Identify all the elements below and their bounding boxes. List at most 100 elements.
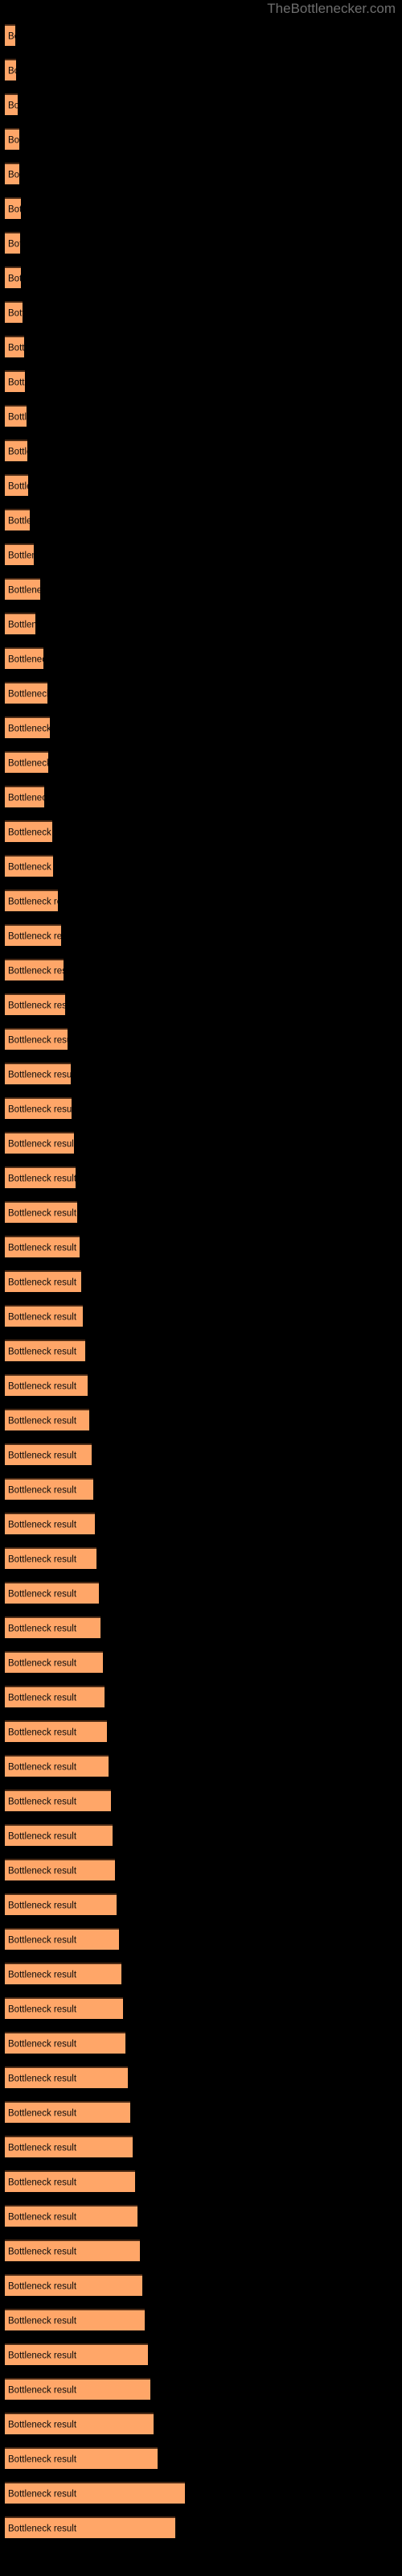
bar[interactable]: Bottleneck result xyxy=(5,2482,185,2504)
bar-label: Bottleneck result xyxy=(8,1970,77,1980)
bar[interactable]: Bottleneck result xyxy=(5,2170,135,2192)
bar[interactable]: Bottleneck result xyxy=(5,509,30,530)
bar-label: Bottleneck result xyxy=(8,1035,68,1046)
bar-label: Bottleneck result xyxy=(8,1416,77,1426)
bar[interactable]: Bottleneck result xyxy=(5,578,40,600)
bar[interactable]: Bottleneck result xyxy=(5,855,53,877)
bar-label: Bottleneck result xyxy=(8,1001,65,1011)
bar[interactable]: Bottleneck result xyxy=(5,1063,71,1084)
bar-label: Bottleneck result xyxy=(8,1935,77,1946)
bar[interactable]: Bottleneck result xyxy=(5,1790,111,1811)
bar[interactable]: Bottleneck result xyxy=(5,405,27,427)
bar[interactable]: Bottleneck result xyxy=(5,2205,137,2227)
bar-label: Bottleneck result xyxy=(8,101,18,111)
bar[interactable]: Bottleneck result xyxy=(5,266,21,288)
bar[interactable]: Bottleneck result xyxy=(5,1305,83,1327)
bar[interactable]: Bottleneck result xyxy=(5,2136,133,2157)
bar[interactable]: Bottleneck result xyxy=(5,1236,80,1257)
bar[interactable]: Bottleneck result xyxy=(5,2101,130,2123)
bar[interactable]: Bottleneck result xyxy=(5,1616,100,1638)
bar[interactable]: Bottleneck result xyxy=(5,820,52,842)
bar-label: Bottleneck result xyxy=(8,862,53,873)
bar[interactable]: Bottleneck result xyxy=(5,2378,150,2400)
bar-label: Bottleneck result xyxy=(8,2489,77,2500)
bar-label: Bottleneck result xyxy=(8,1728,77,1738)
bar[interactable]: Bottleneck result xyxy=(5,1478,93,1500)
bar[interactable]: Bottleneck result xyxy=(5,24,15,46)
bar[interactable]: Bottleneck result xyxy=(5,2240,140,2261)
bar-label: Bottleneck result xyxy=(8,1693,77,1703)
bar[interactable]: Bottleneck result xyxy=(5,1132,74,1154)
bar[interactable]: Bottleneck result xyxy=(5,959,64,980)
bar[interactable]: Bottleneck result xyxy=(5,1997,123,2019)
bar[interactable]: Bottleneck result xyxy=(5,613,35,634)
bar[interactable]: Bottleneck result xyxy=(5,1651,103,1673)
bar[interactable]: Bottleneck result xyxy=(5,1928,119,1950)
bar-label: Bottleneck result xyxy=(8,239,20,250)
bar-label: Bottleneck result xyxy=(8,551,34,561)
bar-label: Bottleneck result xyxy=(8,2178,77,2188)
bar-label: Bottleneck result xyxy=(8,481,28,492)
bar[interactable]: Bottleneck result xyxy=(5,751,48,773)
bar[interactable]: Bottleneck result xyxy=(5,1028,68,1050)
bar-label: Bottleneck result xyxy=(8,447,27,457)
bar[interactable]: Bottleneck result xyxy=(5,1859,115,1880)
bar[interactable]: Bottleneck result xyxy=(5,1547,96,1569)
bar[interactable]: Bottleneck result xyxy=(5,336,24,357)
bar[interactable]: Bottleneck result xyxy=(5,1963,121,1984)
bar[interactable]: Bottleneck result xyxy=(5,1513,95,1534)
bar[interactable]: Bottleneck result xyxy=(5,163,19,184)
bar[interactable]: Bottleneck result xyxy=(5,1166,76,1188)
bar[interactable]: Bottleneck result xyxy=(5,474,28,496)
bar[interactable]: Bottleneck result xyxy=(5,1097,72,1119)
bar-label: Bottleneck result xyxy=(8,204,21,215)
bar[interactable]: Bottleneck result xyxy=(5,301,23,323)
bar-label: Bottleneck result xyxy=(8,2385,77,2396)
bar[interactable]: Bottleneck result xyxy=(5,1443,92,1465)
bar[interactable]: Bottleneck result xyxy=(5,682,47,704)
bar[interactable]: Bottleneck result xyxy=(5,2032,125,2054)
bar-label: Bottleneck result xyxy=(8,1381,77,1392)
bar[interactable]: Bottleneck result xyxy=(5,370,25,392)
bar-label: Bottleneck result xyxy=(8,170,19,180)
bar[interactable]: Bottleneck result xyxy=(5,1409,89,1430)
bar-label: Bottleneck result xyxy=(8,1208,77,1219)
bar[interactable]: Bottleneck result xyxy=(5,1270,81,1292)
bar[interactable]: Bottleneck result xyxy=(5,93,18,115)
bar[interactable]: Bottleneck result xyxy=(5,786,44,807)
bar[interactable]: Bottleneck result xyxy=(5,2413,154,2434)
bar[interactable]: Bottleneck result xyxy=(5,993,65,1015)
bar[interactable]: Bottleneck result xyxy=(5,2066,128,2088)
bar-list: Bottleneck result Bottleneck result Bottle… xyxy=(0,0,402,2576)
bar[interactable]: Bottleneck result xyxy=(5,1340,85,1361)
bar-label: Bottleneck result xyxy=(8,1520,77,1530)
bar[interactable]: Bottleneck result xyxy=(5,1374,88,1396)
bar[interactable]: Bottleneck result xyxy=(5,1893,117,1915)
bar[interactable]: Bottleneck result xyxy=(5,1755,109,1777)
bar[interactable]: Bottleneck result xyxy=(5,1824,113,1846)
bar[interactable]: Bottleneck result xyxy=(5,1582,99,1604)
bar[interactable]: Bottleneck result xyxy=(5,716,50,738)
bar-label: Bottleneck result xyxy=(8,758,48,769)
bar[interactable]: Bottleneck result xyxy=(5,1686,105,1707)
bar[interactable]: Bottleneck result xyxy=(5,890,58,911)
bar[interactable]: Bottleneck result xyxy=(5,2343,148,2365)
bar-label: Bottleneck result xyxy=(8,343,24,353)
bar[interactable]: Bottleneck result xyxy=(5,128,19,150)
bar[interactable]: Bottleneck result xyxy=(5,2274,142,2296)
bar[interactable]: Bottleneck result xyxy=(5,543,34,565)
bar[interactable]: Bottleneck result xyxy=(5,1201,77,1223)
bar[interactable]: Bottleneck result xyxy=(5,2309,145,2330)
bar[interactable]: Bottleneck result xyxy=(5,1720,107,1742)
bar-label: Bottleneck result xyxy=(8,2524,77,2534)
bar[interactable]: Bottleneck result xyxy=(5,2447,158,2469)
bar-label: Bottleneck result xyxy=(8,654,43,665)
bar[interactable]: Bottleneck result xyxy=(5,59,16,80)
bar[interactable]: Bottleneck result xyxy=(5,232,20,254)
bar[interactable]: Bottleneck result xyxy=(5,647,43,669)
bar[interactable]: Bottleneck result xyxy=(5,440,27,461)
bar[interactable]: Bottleneck result xyxy=(5,2516,175,2538)
bar[interactable]: Bottleneck result xyxy=(5,924,61,946)
bar[interactable]: Bottleneck result xyxy=(5,197,21,219)
bar-label: Bottleneck result xyxy=(8,1658,77,1669)
